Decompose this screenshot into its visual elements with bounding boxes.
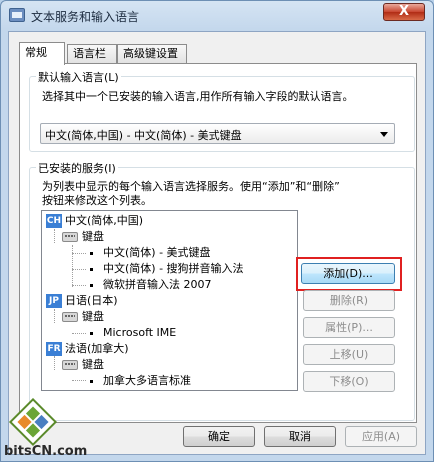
tab-general[interactable]: 常规 [19,42,65,65]
keyboard-icon [62,360,78,370]
ok-button[interactable]: 确定 [183,426,255,447]
tree-group-keyboard[interactable]: 键盘 [62,309,104,325]
dialog-window: 文本服务和输入语言 X 常规 语言栏 高级键设置 默认输入语言(L) 选择其中一… [0,0,434,462]
tree-item-label: 中文(简体) - 搜狗拼音输入法 [103,262,244,275]
keyboard-icon [62,232,78,242]
tab-advanced-key-settings[interactable]: 高级键设置 [117,44,187,63]
installed-services-tree[interactable]: CH 中文(简体,中国) 键盘 中文(简体) - 美式键盘 中文(简体) - 搜狗… [41,210,298,391]
tab-language-bar[interactable]: 语言栏 [67,44,117,63]
installed-services-group-title: 已安装的服务(I) [36,160,118,176]
installed-services-description-line2: 按钮来修改这个列表。 [42,194,152,207]
chevron-down-icon [380,132,388,137]
default-language-group-title: 默认输入语言(L) [36,69,121,85]
tree-language-label: 法语(加拿大) [65,342,129,355]
tree-language-chinese[interactable]: CH 中文(简体,中国) [46,213,143,229]
tree-language-label: 日语(日本) [65,294,118,307]
default-language-description: 选择其中一个已安装的输入语言,用作所有输入字段的默认语言。 [42,90,354,103]
tree-group-keyboard[interactable]: 键盘 [62,357,104,373]
language-badge-jp: JP [46,294,62,308]
tree-language-japanese[interactable]: JP 日语(日本) [46,293,118,309]
move-down-button[interactable]: 下移(O) [303,371,395,392]
bullet-icon [90,251,93,255]
tree-group-label: 键盘 [82,230,104,243]
default-language-select[interactable]: 中文(简体,中国) - 中文(简体) - 美式键盘 [40,123,395,144]
close-button[interactable]: X [383,3,425,21]
tree-group-keyboard[interactable]: 键盘 [62,229,104,245]
tree-item[interactable]: Microsoft IME [90,325,176,341]
tree-item[interactable]: 微软拼音输入法 2007 [90,277,212,293]
tree-item[interactable]: 中文(简体) - 美式键盘 [90,245,211,261]
remove-button[interactable]: 删除(R) [303,290,395,311]
bullet-icon [90,267,93,271]
bullet-icon [90,331,93,335]
properties-button[interactable]: 属性(P)... [303,317,395,338]
language-badge-fr: FR [46,342,62,356]
tree-item-label: 微软拼音输入法 2007 [103,278,212,291]
watermark-text: bitsCN.com [4,444,88,459]
move-up-button[interactable]: 上移(U) [303,344,395,365]
tree-group-label: 键盘 [82,310,104,323]
apply-button[interactable]: 应用(A) [345,426,417,447]
tree-item-label: 中文(简体) - 美式键盘 [103,246,211,259]
tree-language-label: 中文(简体,中国) [65,214,144,227]
keyboard-icon [62,312,78,322]
tree-group-label: 键盘 [82,358,104,371]
bullet-icon [90,379,93,383]
title-bar[interactable]: 文本服务和输入语言 X [1,1,433,29]
cancel-button[interactable]: 取消 [264,426,336,447]
tree-item-label: Microsoft IME [103,326,177,339]
highlight-annotation [296,257,402,291]
tree-item[interactable]: 中文(简体) - 搜狗拼音输入法 [90,261,244,277]
tree-item-label: 加拿大多语言标准 [103,374,191,387]
tree-language-french[interactable]: FR 法语(加拿大) [46,341,129,357]
tree-item[interactable]: 加拿大多语言标准 [90,373,191,389]
keyboard-app-icon [9,8,25,22]
window-title: 文本服务和输入语言 [31,10,140,24]
default-language-selected-value: 中文(简体,中国) - 中文(简体) - 美式键盘 [45,129,242,142]
language-badge-ch: CH [46,214,62,228]
bullet-icon [90,283,93,287]
